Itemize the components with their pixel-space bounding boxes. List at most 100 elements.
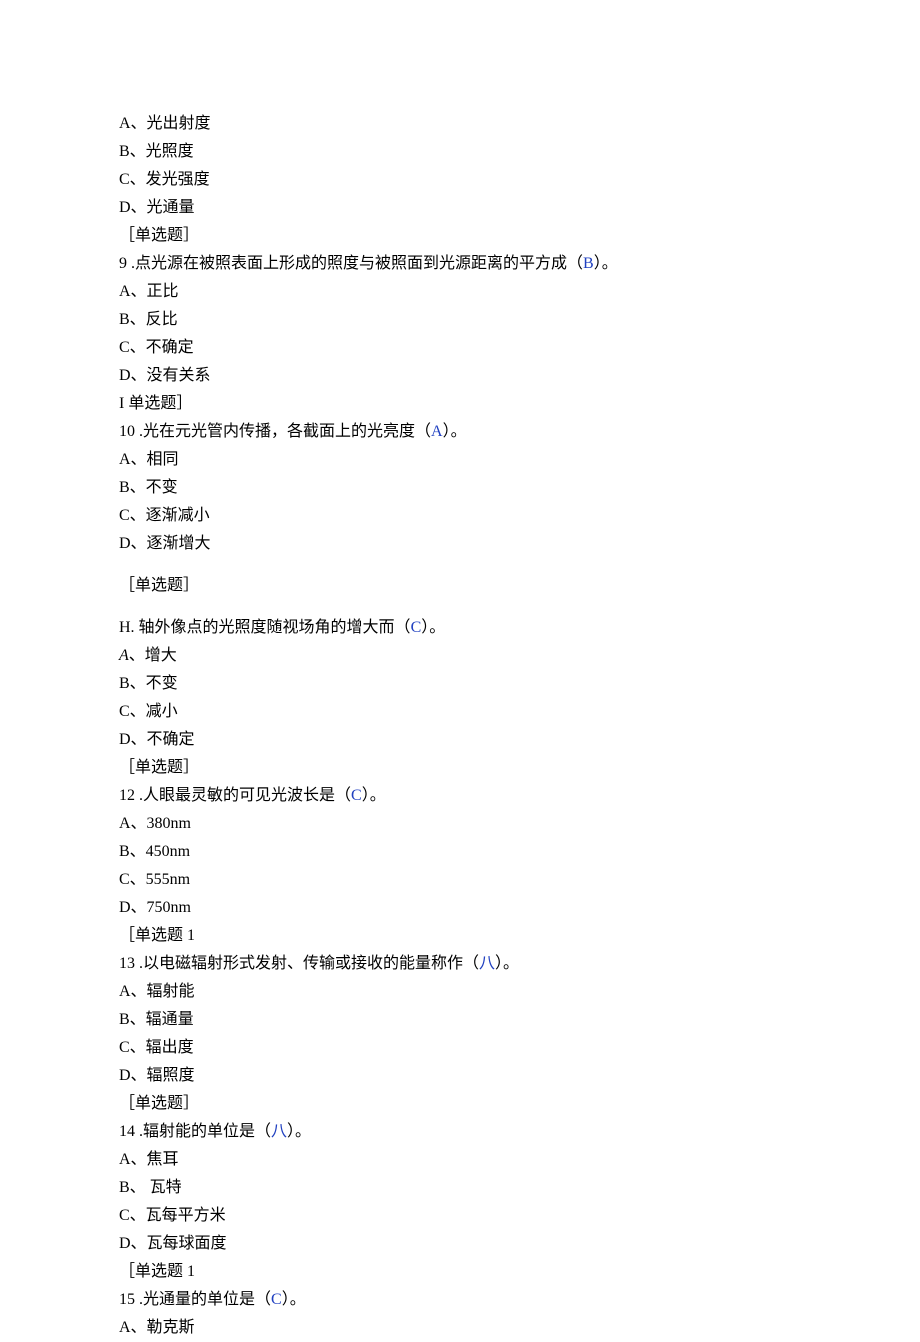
- text-segment: D、不确定: [119, 731, 195, 748]
- text-line: D、没有关系: [119, 362, 920, 390]
- text-line: 15 .光通量的单位是（C）。: [119, 1286, 920, 1314]
- text-segment: D、没有关系: [119, 367, 211, 384]
- text-segment: H. 轴外像点的光照度随视场角的增大而（: [119, 619, 411, 636]
- text-segment: ）。: [282, 1291, 306, 1308]
- text-segment: C、减小: [119, 703, 178, 720]
- text-segment: C、发光强度: [119, 171, 210, 188]
- text-segment: C、不确定: [119, 339, 194, 356]
- text-line: B、450nm: [119, 838, 920, 866]
- text-segment: D、光通量: [119, 199, 195, 216]
- text-line: 9 .点光源在被照表面上形成的照度与被照面到光源距离的平方成（B）。: [119, 250, 920, 278]
- text-segment: B、辐通量: [119, 1011, 194, 1028]
- text-line: A、380nm: [119, 810, 920, 838]
- text-line: A、正比: [119, 278, 920, 306]
- text-segment: C、逐渐减小: [119, 507, 210, 524]
- text-segment: B、450nm: [119, 843, 190, 860]
- text-line: 12 .人眼最灵敏的可见光波长是（C）。: [119, 782, 920, 810]
- answer-letter: B: [583, 255, 594, 272]
- text-segment: C、瓦每平方米: [119, 1207, 226, 1224]
- text-segment: A、正比: [119, 283, 179, 300]
- text-segment: ）。: [421, 619, 445, 636]
- text-segment: A、相同: [119, 451, 179, 468]
- text-segment: D、750nm: [119, 899, 191, 916]
- text-segment: A、焦耳: [119, 1151, 179, 1168]
- text-line: ［单选题 1: [119, 1258, 920, 1286]
- text-segment: A、380nm: [119, 815, 191, 832]
- text-segment: B、反比: [119, 311, 178, 328]
- answer-letter: C: [271, 1291, 282, 1308]
- text-line: C、555nm: [119, 866, 920, 894]
- text-line: A、勒克斯: [119, 1314, 920, 1342]
- text-line: ［单选题］: [119, 572, 920, 600]
- text-segment: I 单选题］: [119, 395, 192, 412]
- text-line: ［单选题］: [119, 1090, 920, 1118]
- text-line: ［单选题］: [119, 754, 920, 782]
- text-line: D、逐渐增大: [119, 530, 920, 558]
- text-line: B、 瓦特: [119, 1174, 920, 1202]
- text-segment: C、555nm: [119, 871, 190, 888]
- text-segment: 13 .以电磁辐射形式发射、传输或接收的能量称作（: [119, 955, 479, 972]
- text-line: A、增大: [119, 642, 920, 670]
- text-segment: 12 .人眼最灵敏的可见光波长是（: [119, 787, 351, 804]
- text-segment: B、 瓦特: [119, 1179, 182, 1196]
- text-segment: D、瓦每球面度: [119, 1235, 227, 1252]
- text-line: I 单选题］: [119, 390, 920, 418]
- text-line: B、不变: [119, 474, 920, 502]
- text-segment: ）。: [495, 955, 519, 972]
- text-line: D、750nm: [119, 894, 920, 922]
- text-line: D、辐照度: [119, 1062, 920, 1090]
- text-line: B、光照度: [119, 138, 920, 166]
- text-segment: B、不变: [119, 675, 178, 692]
- text-line: D、不确定: [119, 726, 920, 754]
- text-line: C、不确定: [119, 334, 920, 362]
- text-line: 10 .光在元光管内传播，各截面上的光亮度（A）。: [119, 418, 920, 446]
- document-page: A、光出射度 B、光照度 C、发光强度 D、光通量 ［单选题］ 9 .点光源在被照表面上形…: [0, 0, 920, 1342]
- text-segment: ［单选题］: [119, 759, 199, 776]
- text-line: C、减小: [119, 698, 920, 726]
- text-segment: 9 .点光源在被照表面上形成的照度与被照面到光源距离的平方成（: [119, 255, 583, 272]
- text-line: H. 轴外像点的光照度随视场角的增大而（C）。: [119, 614, 920, 642]
- text-line: C、发光强度: [119, 166, 920, 194]
- text-line: B、辐通量: [119, 1006, 920, 1034]
- text-line: D、光通量: [119, 194, 920, 222]
- text-segment: A、光出射度: [119, 115, 211, 132]
- text-line: C、瓦每平方米: [119, 1202, 920, 1230]
- text-segment: A: [119, 647, 129, 664]
- text-segment: A、勒克斯: [119, 1319, 195, 1336]
- text-line: ［单选题 1: [119, 922, 920, 950]
- text-segment: ［单选题］: [119, 577, 199, 594]
- text-segment: ［单选题］: [119, 227, 199, 244]
- text-segment: B、光照度: [119, 143, 194, 160]
- text-segment: ［单选题］: [119, 1095, 199, 1112]
- text-segment: 14 .辐射能的单位是（: [119, 1123, 271, 1140]
- text-line: 14 .辐射能的单位是（八）。: [119, 1118, 920, 1146]
- text-line: C、辐出度: [119, 1034, 920, 1062]
- answer-letter: C: [351, 787, 362, 804]
- answer-letter: 八: [271, 1123, 287, 1140]
- text-segment: ）。: [443, 423, 467, 440]
- text-segment: B、不变: [119, 479, 178, 496]
- text-segment: 、增大: [129, 647, 177, 664]
- text-line: D、瓦每球面度: [119, 1230, 920, 1258]
- text-line: 13 .以电磁辐射形式发射、传输或接收的能量称作（八）。: [119, 950, 920, 978]
- answer-letter: C: [411, 619, 422, 636]
- text-segment: ）。: [362, 787, 386, 804]
- text-line: B、不变: [119, 670, 920, 698]
- text-segment: ）。: [594, 255, 618, 272]
- text-segment: D、逐渐增大: [119, 535, 211, 552]
- text-line: A、辐射能: [119, 978, 920, 1006]
- text-line: A、光出射度: [119, 110, 920, 138]
- text-segment: 15 .光通量的单位是（: [119, 1291, 271, 1308]
- text-line: A、相同: [119, 446, 920, 474]
- text-line: B、反比: [119, 306, 920, 334]
- text-line: C、逐渐减小: [119, 502, 920, 530]
- text-segment: ）。: [287, 1123, 311, 1140]
- text-line: A、焦耳: [119, 1146, 920, 1174]
- text-line: ［单选题］: [119, 222, 920, 250]
- answer-letter: A: [431, 423, 443, 440]
- text-segment: C、辐出度: [119, 1039, 194, 1056]
- text-segment: D、辐照度: [119, 1067, 195, 1084]
- text-segment: A、辐射能: [119, 983, 195, 1000]
- text-segment: ［单选题 1: [119, 1263, 195, 1280]
- text-segment: 10 .光在元光管内传播，各截面上的光亮度（: [119, 423, 431, 440]
